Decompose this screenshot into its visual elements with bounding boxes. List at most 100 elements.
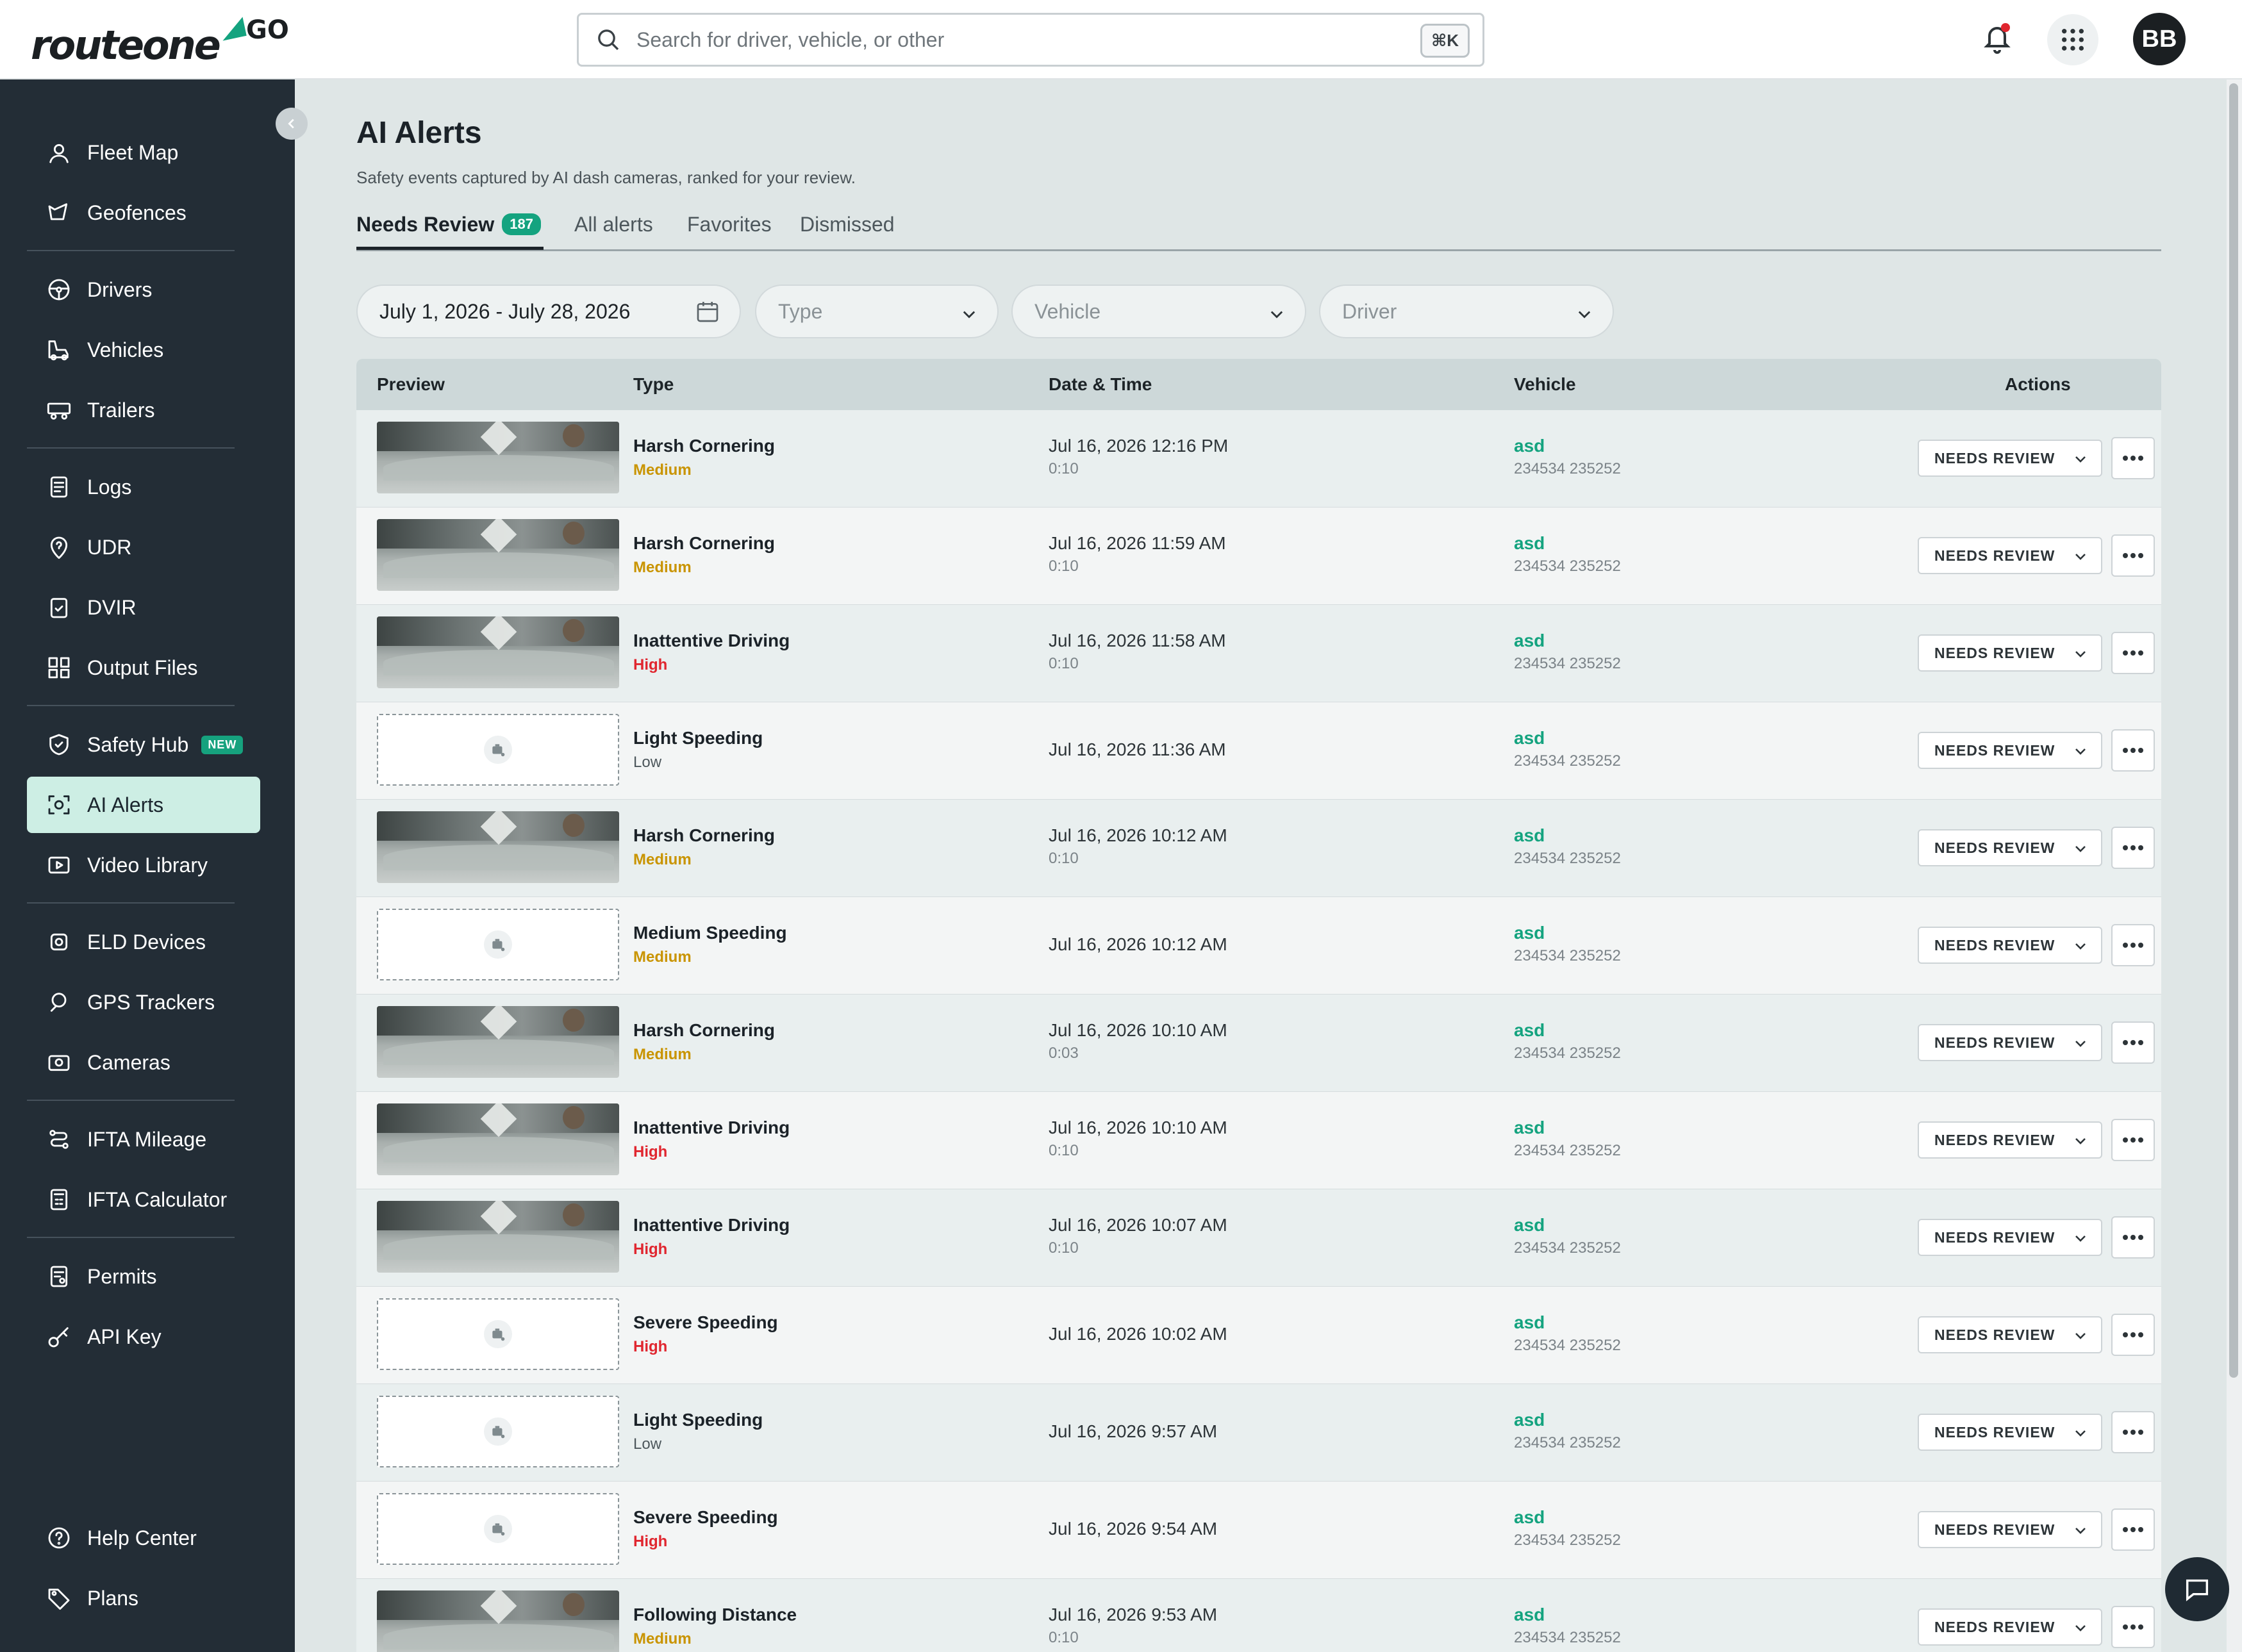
review-status-dropdown[interactable]: NEEDS REVIEW	[1918, 732, 2102, 769]
review-status-dropdown[interactable]: NEEDS REVIEW	[1918, 927, 2102, 964]
review-status-dropdown[interactable]: NEEDS REVIEW	[1918, 829, 2102, 866]
vehicle-link[interactable]: asd	[1514, 1215, 1545, 1235]
review-status-dropdown[interactable]: NEEDS REVIEW	[1918, 1121, 2102, 1159]
table-row[interactable]: Harsh Cornering Medium Jul 16, 2026 10:10 …	[356, 995, 2161, 1092]
sidebar-item-dvir[interactable]: DVIR	[27, 579, 260, 636]
sidebar-item-fleet-map[interactable]: Fleet Map	[27, 124, 260, 181]
more-actions-button[interactable]	[2111, 1021, 2155, 1064]
more-actions-button[interactable]	[2111, 1606, 2155, 1648]
sidebar-item-trailers[interactable]: Trailers	[27, 382, 260, 438]
tab-favorites[interactable]: Favorites	[687, 213, 772, 236]
video-thumbnail[interactable]	[377, 1590, 619, 1652]
type-filter-select[interactable]: Type	[755, 285, 999, 338]
more-actions-button[interactable]	[2111, 827, 2155, 869]
vehicle-link[interactable]: asd	[1514, 436, 1545, 456]
review-status-dropdown[interactable]: NEEDS REVIEW	[1918, 634, 2102, 672]
table-row[interactable]: Inattentive Driving High Jul 16, 2026 10:0…	[356, 1189, 2161, 1287]
sidebar-item-safety-hub[interactable]: Safety Hub NEW	[27, 716, 260, 773]
sidebar-item-drivers[interactable]: Drivers	[27, 261, 260, 318]
tab-dismissed[interactable]: Dismissed	[800, 213, 895, 236]
review-status-dropdown[interactable]: NEEDS REVIEW	[1918, 1219, 2102, 1256]
date-range-picker[interactable]: July 1, 2026 - July 28, 2026	[356, 285, 741, 338]
table-row[interactable]: Inattentive Driving High Jul 16, 2026 10:1…	[356, 1092, 2161, 1189]
more-actions-button[interactable]	[2111, 924, 2155, 966]
video-thumbnail[interactable]	[377, 811, 619, 883]
more-actions-button[interactable]	[2111, 1508, 2155, 1551]
table-row[interactable]: Medium Speeding Medium Jul 16, 2026 10:12 …	[356, 897, 2161, 995]
sidebar-item-gps-trackers[interactable]: GPS Trackers	[27, 974, 260, 1030]
sidebar-item-geofences[interactable]: Geofences	[27, 185, 260, 241]
vehicle-link[interactable]: asd	[1514, 1118, 1545, 1138]
more-actions-button[interactable]	[2111, 729, 2155, 772]
sidebar-item-ifta-mileage[interactable]: IFTA Mileage	[27, 1111, 260, 1168]
search-bar[interactable]: ⌘K	[577, 13, 1484, 67]
review-status-dropdown[interactable]: NEEDS REVIEW	[1918, 1316, 2102, 1353]
vehicle-link[interactable]: asd	[1514, 631, 1545, 651]
more-actions-button[interactable]	[2111, 534, 2155, 577]
scrollbar-thumb[interactable]	[2229, 83, 2238, 1378]
video-thumbnail[interactable]	[377, 1103, 619, 1175]
video-duration: 0:10	[1049, 850, 1079, 867]
table-row[interactable]: Severe Speeding High Jul 16, 2026 10:02 AM…	[356, 1287, 2161, 1384]
review-status-dropdown[interactable]: NEEDS REVIEW	[1918, 537, 2102, 574]
review-status-dropdown[interactable]: NEEDS REVIEW	[1918, 1024, 2102, 1061]
routeone-logo[interactable]: routeone GO	[31, 15, 289, 68]
video-thumbnail[interactable]	[377, 1201, 619, 1273]
more-actions-button[interactable]	[2111, 1411, 2155, 1453]
more-actions-button[interactable]	[2111, 1216, 2155, 1259]
table-row[interactable]: Harsh Cornering Medium Jul 16, 2026 12:16 …	[356, 410, 2161, 508]
apps-grid-button[interactable]	[2047, 14, 2098, 65]
review-status-dropdown[interactable]: NEEDS REVIEW	[1918, 1511, 2102, 1548]
video-thumbnail[interactable]	[377, 1006, 619, 1078]
sidebar-item-api-key[interactable]: API Key	[27, 1309, 260, 1365]
sidebar-item-output-files[interactable]: Output Files	[27, 640, 260, 696]
more-actions-button[interactable]	[2111, 1314, 2155, 1356]
vehicle-filter-select[interactable]: Vehicle	[1011, 285, 1306, 338]
sidebar-item-cameras[interactable]: Cameras	[27, 1034, 260, 1091]
video-thumbnail[interactable]	[377, 519, 619, 591]
tab-all-alerts[interactable]: All alerts	[574, 213, 653, 236]
table-row[interactable]: Harsh Cornering Medium Jul 16, 2026 10:12 …	[356, 800, 2161, 897]
search-input[interactable]	[636, 28, 1393, 52]
more-actions-button[interactable]	[2111, 1119, 2155, 1161]
sidebar-item-udr[interactable]: UDR	[27, 519, 260, 575]
table-row[interactable]: Light Speeding Low Jul 16, 2026 11:36 AM as…	[356, 702, 2161, 800]
collapse-sidebar-button[interactable]	[276, 108, 308, 140]
sidebar-item-logs[interactable]: Logs	[27, 459, 260, 515]
more-actions-button[interactable]	[2111, 437, 2155, 479]
table-row[interactable]: Harsh Cornering Medium Jul 16, 2026 11:59 …	[356, 508, 2161, 605]
table-row[interactable]: Light Speeding Low Jul 16, 2026 9:57 AM asd…	[356, 1384, 2161, 1482]
vehicle-link[interactable]: asd	[1514, 825, 1545, 846]
table-row[interactable]: Severe Speeding High Jul 16, 2026 9:54 AM a…	[356, 1482, 2161, 1579]
review-status-dropdown[interactable]: NEEDS REVIEW	[1918, 1608, 2102, 1646]
vehicle-link[interactable]: asd	[1514, 1605, 1545, 1625]
review-status-dropdown[interactable]: NEEDS REVIEW	[1918, 1414, 2102, 1451]
table-row[interactable]: Following Distance Medium Jul 16, 2026 9:5…	[356, 1579, 2161, 1652]
video-thumbnail[interactable]	[377, 616, 619, 688]
sidebar-item-eld-devices[interactable]: ELD Devices	[27, 914, 260, 970]
video-thumbnail[interactable]	[377, 422, 619, 493]
vehicle-link[interactable]: asd	[1514, 923, 1545, 943]
sidebar-item-vehicles[interactable]: Vehicles	[27, 322, 260, 378]
vehicle-link[interactable]: asd	[1514, 1410, 1545, 1430]
vehicle-link[interactable]: asd	[1514, 1507, 1545, 1528]
sidebar-item-ai-alerts[interactable]: AI Alerts	[27, 777, 260, 833]
more-actions-button[interactable]	[2111, 632, 2155, 674]
chat-support-button[interactable]	[2165, 1557, 2229, 1621]
tab-needs-review[interactable]: Needs Review 187	[356, 213, 541, 236]
sidebar-item-video-library[interactable]: Video Library	[27, 837, 260, 893]
sidebar-item-permits[interactable]: Permits	[27, 1248, 260, 1305]
user-avatar[interactable]: BB	[2133, 13, 2186, 65]
table-row[interactable]: Inattentive Driving High Jul 16, 2026 11:5…	[356, 605, 2161, 702]
chevron-down-icon	[2075, 1625, 2086, 1631]
more-horizontal-icon	[2123, 943, 2143, 948]
review-status-dropdown[interactable]: NEEDS REVIEW	[1918, 440, 2102, 477]
vehicle-link[interactable]: asd	[1514, 1020, 1545, 1041]
vehicle-link[interactable]: asd	[1514, 1312, 1545, 1333]
driver-filter-select[interactable]: Driver	[1319, 285, 1614, 338]
sidebar-item-plans[interactable]: Plans	[27, 1570, 260, 1626]
sidebar-item-help-center[interactable]: Help Center	[27, 1510, 260, 1566]
vehicle-link[interactable]: asd	[1514, 728, 1545, 748]
sidebar-item-ifta-calculator[interactable]: IFTA Calculator	[27, 1171, 260, 1228]
vehicle-link[interactable]: asd	[1514, 533, 1545, 554]
